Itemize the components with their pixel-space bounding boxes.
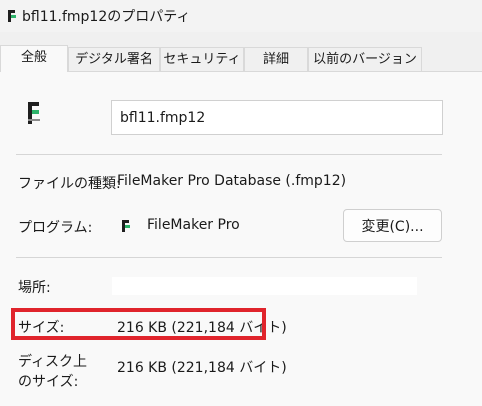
file-type-value: FileMaker Pro Database (.fmp12) (117, 173, 347, 189)
filemaker-icon (8, 10, 16, 22)
tab-previous-versions[interactable]: 以前のバージョン (308, 47, 422, 71)
program-label: プログラム: (18, 220, 93, 236)
disk-size-label-line1: ディスク上 (18, 354, 88, 370)
tab-security[interactable]: セキュリティ (160, 47, 244, 71)
file-name-input[interactable] (111, 100, 443, 135)
separator (16, 154, 442, 155)
window-title: bfl11.fmp12のプロパティ (22, 9, 191, 25)
highlight-box (11, 308, 266, 340)
filemaker-program-icon (122, 220, 130, 232)
change-program-button[interactable]: 変更(C)... (343, 209, 442, 242)
disk-size-value: 216 KB (221,184 バイト) (117, 360, 287, 376)
tab-digital-signature[interactable]: デジタル署名 (68, 47, 160, 71)
tab-general[interactable]: 全般 (0, 45, 68, 72)
location-label: 場所: (18, 280, 51, 296)
tab-details[interactable]: 詳細 (244, 47, 308, 71)
file-type-label: ファイルの種類: (18, 176, 121, 192)
separator (16, 257, 442, 258)
tab-bar: 全般 デジタル署名 セキュリティ 詳細 以前のバージョン (0, 45, 482, 72)
filemaker-file-icon (28, 102, 40, 124)
program-value: FileMaker Pro (147, 217, 240, 233)
location-value (112, 277, 417, 295)
disk-size-label-line2: のサイズ: (18, 374, 79, 390)
title-bar: bfl11.fmp12のプロパティ (0, 0, 482, 32)
